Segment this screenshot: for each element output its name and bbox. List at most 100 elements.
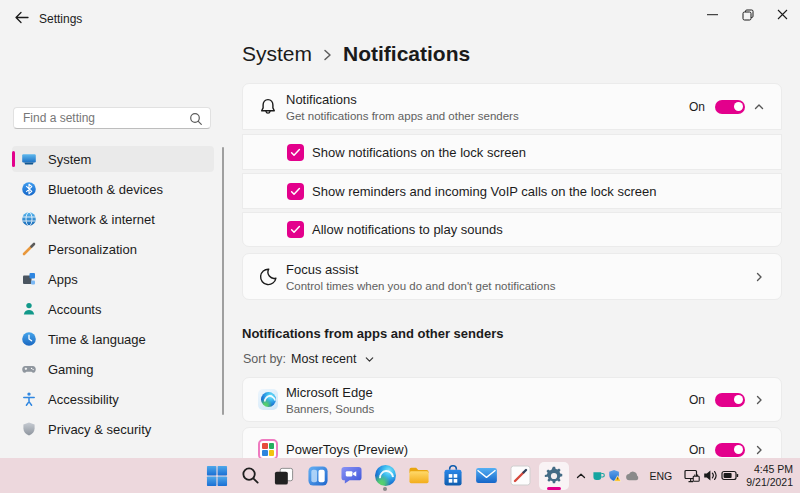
powertoys-notifications-toggle[interactable] — [715, 443, 745, 457]
language-indicator[interactable]: ENG — [650, 470, 673, 482]
mail-icon — [475, 467, 498, 484]
sidebar-item-personalization[interactable]: Personalization — [12, 236, 214, 262]
app-row-microsoft-edge[interactable]: Microsoft Edge Banners, Sounds On — [242, 377, 782, 422]
sidebar-item-time-language[interactable]: Time & language — [12, 326, 214, 352]
sidebar-item-apps[interactable]: Apps — [12, 266, 214, 292]
chevron-up-icon[interactable] — [753, 101, 765, 113]
check-icon — [289, 146, 302, 159]
network-monitor-icon — [684, 469, 700, 483]
sidebar-item-label: Apps — [48, 272, 78, 287]
setting-row-reminders-voip: Show reminders and incoming VoIP calls o… — [242, 173, 782, 209]
sidebar-item-label: Bluetooth & devices — [48, 182, 163, 197]
toggle-state-label: On — [689, 393, 705, 407]
restore-button[interactable] — [730, 0, 765, 29]
edge-icon — [258, 389, 278, 410]
sidebar-scrollbar[interactable] — [222, 147, 224, 415]
network-icon — [21, 211, 37, 227]
sidebar-item-label: System — [48, 152, 91, 167]
bell-icon — [258, 97, 278, 117]
check-icon — [289, 185, 302, 198]
system-icon — [21, 151, 37, 167]
tray-volume[interactable] — [701, 459, 720, 492]
date: 9/21/2021 — [746, 476, 793, 489]
onedrive-cloud-icon — [625, 471, 640, 481]
notifications-subtitle: Get notifications from apps and other se… — [286, 110, 519, 122]
search-icon — [240, 465, 261, 486]
store-icon — [443, 465, 463, 487]
sidebar-item-bluetooth-devices[interactable]: Bluetooth & devices — [12, 176, 214, 202]
checkbox-lock-screen-notifications[interactable] — [287, 144, 304, 161]
cup-icon — [592, 470, 605, 482]
chevron-right-icon — [753, 394, 765, 406]
edge-notifications-toggle[interactable] — [715, 393, 745, 407]
breadcrumb-system[interactable]: System — [242, 42, 312, 66]
minimize-button[interactable] — [695, 0, 730, 29]
time-language-icon — [21, 331, 37, 347]
tray-security[interactable] — [607, 459, 624, 492]
store-button[interactable] — [436, 459, 470, 492]
chat-icon — [340, 465, 363, 486]
sidebar-item-label: Privacy & security — [48, 422, 151, 437]
checkbox-play-sounds[interactable] — [287, 221, 304, 238]
sidebar-item-system[interactable]: System — [12, 146, 214, 172]
focus-assist-subtitle: Control times when you do and don't get … — [286, 280, 555, 292]
time: 4:45 PM — [746, 463, 793, 476]
tray-network[interactable] — [682, 459, 701, 492]
accessibility-icon — [21, 391, 37, 407]
search-box — [13, 107, 211, 129]
app-name: Microsoft Edge — [286, 385, 374, 400]
apps-icon — [21, 271, 37, 287]
task-view-button[interactable] — [267, 459, 301, 492]
settings-taskbar-button[interactable] — [537, 459, 571, 492]
personalization-icon — [21, 241, 37, 257]
back-arrow-icon — [14, 11, 29, 24]
sidebar-item-gaming[interactable]: Gaming — [12, 356, 214, 382]
pen-app-button[interactable] — [503, 459, 537, 492]
tray-cup-app[interactable] — [590, 459, 607, 492]
sidebar-item-accounts[interactable]: Accounts — [12, 296, 214, 322]
checkbox-reminders-voip[interactable] — [287, 183, 304, 200]
close-icon — [777, 9, 788, 20]
volume-icon — [703, 469, 718, 482]
breadcrumb-chevron-icon — [323, 48, 332, 62]
apps-section-heading: Notifications from apps and other sender… — [242, 326, 504, 341]
task-view-icon — [273, 465, 295, 487]
taskbar-search-button[interactable] — [234, 459, 268, 492]
taskbar: ENG 4:45 PM 9/21/2021 — [0, 458, 800, 493]
app-title: Settings — [39, 12, 82, 26]
edge-taskbar-button[interactable] — [368, 459, 402, 492]
minimize-icon — [707, 9, 718, 20]
breadcrumb: System Notifications — [242, 42, 470, 66]
taskbar-clock[interactable]: 4:45 PM 9/21/2021 — [746, 463, 793, 489]
tray-onedrive[interactable] — [624, 459, 641, 492]
sort-value: Most recent — [291, 352, 356, 366]
back-button[interactable] — [10, 7, 32, 27]
file-explorer-button[interactable] — [402, 459, 436, 492]
tray-battery[interactable] — [720, 459, 739, 492]
sidebar-item-label: Accessibility — [48, 392, 119, 407]
close-button[interactable] — [765, 0, 800, 29]
sidebar-item-accessibility[interactable]: Accessibility — [12, 386, 214, 412]
setting-row-play-sounds: Allow notifications to play sounds — [242, 212, 782, 247]
chevron-right-icon — [753, 271, 765, 283]
focus-assist-row[interactable]: Focus assist Control times when you do a… — [242, 253, 782, 300]
sort-dropdown[interactable]: Sort by: Most recent — [243, 352, 375, 366]
search-icon[interactable] — [189, 112, 203, 130]
tray-chevron-up[interactable] — [573, 459, 590, 492]
sidebar-item-privacy-security[interactable]: Privacy & security — [12, 416, 214, 442]
window-controls — [695, 0, 800, 29]
widgets-button[interactable] — [301, 459, 335, 492]
chat-button[interactable] — [335, 459, 369, 492]
sidebar-item-label: Gaming — [48, 362, 94, 377]
notifications-toggle[interactable] — [715, 100, 745, 114]
chevron-down-icon — [364, 354, 375, 365]
page-title: Notifications — [343, 42, 470, 66]
sidebar-item-network-internet[interactable]: Network & internet — [12, 206, 214, 232]
start-button[interactable] — [200, 459, 234, 492]
search-input[interactable] — [14, 108, 210, 128]
notifications-expander[interactable]: Notifications Get notifications from app… — [242, 83, 782, 130]
mail-button[interactable] — [470, 459, 504, 492]
sidebar-item-label: Personalization — [48, 242, 137, 257]
check-icon — [289, 223, 302, 236]
settings-gear-icon — [543, 465, 565, 487]
